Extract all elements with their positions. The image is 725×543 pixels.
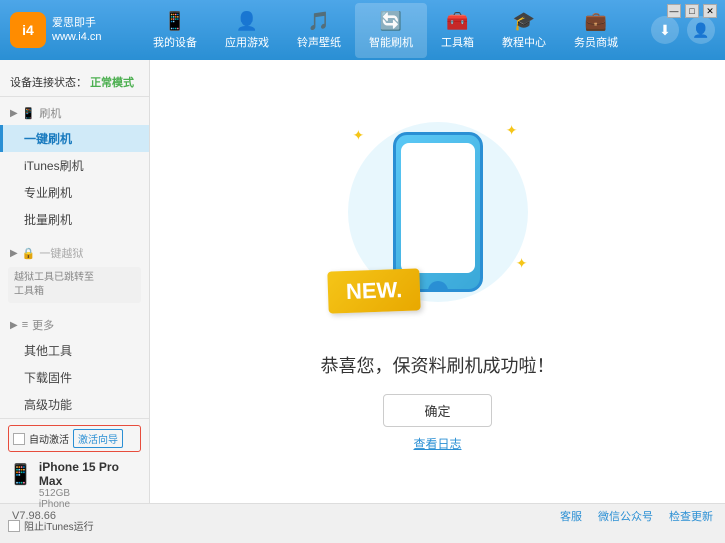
sidebar-group-more[interactable]: ▶ ≡ 更多 <box>0 313 149 337</box>
device-details: iPhone 15 Pro Max 512GB iPhone <box>39 460 141 510</box>
arrow-icon: ▶ <box>10 108 18 119</box>
user-button[interactable]: 👤 <box>687 16 715 44</box>
nav-icon-apps-games: 👤 <box>236 11 258 32</box>
close-button[interactable]: ✕ <box>703 4 717 18</box>
nav-icon-tutorial: 🎓 <box>513 11 535 32</box>
guide-button[interactable]: 激活向导 <box>73 429 123 448</box>
sidebar-item-other-tools[interactable]: 其他工具 <box>0 337 149 364</box>
footer-version: V7.98.66 <box>12 510 540 522</box>
nav-item-my-device[interactable]: 📱我的设备 <box>139 3 211 58</box>
nav-item-toolbox[interactable]: 🧰工具箱 <box>427 3 488 58</box>
nav-item-tutorial[interactable]: 🎓教程中心 <box>488 3 560 58</box>
sidebar-item-batch-flash[interactable]: 批量刷机 <box>0 206 149 233</box>
auto-activate-label: 自动激活 <box>29 431 69 446</box>
header: i4 爱思即手 www.i4.cn 📱我的设备👤应用游戏🎵铃声壁纸🔄智能刷机🧰工… <box>0 0 725 60</box>
sidebar-item-one-key-flash[interactable]: 一键刷机 <box>0 125 149 152</box>
nav-item-business[interactable]: 💼务员商城 <box>560 3 632 58</box>
footer-link-wechat[interactable]: 微信公众号 <box>598 508 653 524</box>
sidebar: 设备连接状态： 正常模式 ▶ 📱 刷机 一键刷机 iTunes刷机 专业刷机 批… <box>0 60 150 503</box>
sidebar-item-advanced[interactable]: 高级功能 <box>0 391 149 418</box>
device-storage: 512GB <box>39 488 141 499</box>
sidebar-bottom: 自动激活 激活向导 📱 iPhone 15 Pro Max 512GB iPho… <box>0 418 149 543</box>
nav-item-apps-games[interactable]: 👤应用游戏 <box>211 3 283 58</box>
flash-group-label: 刷机 <box>39 105 61 121</box>
device-info: 📱 iPhone 15 Pro Max 512GB iPhone <box>8 456 141 514</box>
device-type: iPhone <box>39 499 141 510</box>
sidebar-item-pro-flash[interactable]: 专业刷机 <box>0 179 149 206</box>
window-controls: — □ ✕ <box>667 4 717 18</box>
arrow-icon-2: ▶ <box>10 248 18 259</box>
device-name: iPhone 15 Pro Max <box>39 460 141 488</box>
minimize-button[interactable]: — <box>667 4 681 18</box>
arrow-icon-3: ▶ <box>10 320 18 331</box>
sparkle-icon-2: ✦ <box>506 122 518 139</box>
footer-link-feedback[interactable]: 客服 <box>560 508 582 524</box>
sidebar-item-itunes-flash[interactable]: iTunes刷机 <box>0 152 149 179</box>
nav-icon-my-device: 📱 <box>164 11 186 32</box>
sidebar-item-download-firmware[interactable]: 下载固件 <box>0 364 149 391</box>
nav-icon-ringtones: 🎵 <box>308 11 330 32</box>
confirm-button[interactable]: 确定 <box>383 394 491 427</box>
logo-icon: i4 <box>10 12 46 48</box>
success-message: 恭喜您，保资料刷机成功啦！ <box>321 352 555 378</box>
new-badge: NEW. <box>327 268 421 313</box>
nav-icon-business: 💼 <box>585 11 607 32</box>
jailbreak-label: 一键越狱 <box>39 245 83 261</box>
main-layout: 设备连接状态： 正常模式 ▶ 📱 刷机 一键刷机 iTunes刷机 专业刷机 批… <box>0 60 725 503</box>
more-label: 更多 <box>32 317 54 333</box>
restore-button[interactable]: □ <box>685 4 699 18</box>
footer-links: 客服微信公众号检查更新 <box>560 508 713 524</box>
status-bar: 设备连接状态： 正常模式 <box>0 68 149 97</box>
device-phone-icon: 📱 <box>8 462 33 487</box>
flash-icon: 📱 <box>22 107 36 120</box>
lock-icon: 🔒 <box>22 247 36 260</box>
view-log-link[interactable]: 查看日志 <box>413 435 461 452</box>
logo-text: 爱思即手 www.i4.cn <box>52 16 102 45</box>
nav-item-smart-flash[interactable]: 🔄智能刷机 <box>355 3 427 58</box>
sparkle-icon-1: ✦ <box>353 127 365 144</box>
phone-home-button <box>428 281 448 292</box>
sidebar-group-flash[interactable]: ▶ 📱 刷机 <box>0 101 149 125</box>
phone-body <box>393 132 483 292</box>
sparkle-icon-3: ✦ <box>516 255 528 272</box>
nav-icon-toolbox: 🧰 <box>446 11 468 32</box>
nav-icon-smart-flash: 🔄 <box>380 11 402 32</box>
header-right: ⬇ 👤 <box>651 16 715 44</box>
footer-link-check-update[interactable]: 检查更新 <box>669 508 713 524</box>
phone-illustration: ✦ ✦ ✦ NEW. <box>338 112 538 332</box>
auto-activate-checkbox[interactable] <box>13 433 25 445</box>
sidebar-group-jailbreak[interactable]: ▶ 🔒 一键越狱 <box>0 241 149 265</box>
status-value: 正常模式 <box>90 77 134 89</box>
logo-area: i4 爱思即手 www.i4.cn <box>10 12 120 48</box>
more-icon: ≡ <box>22 319 28 331</box>
nav-item-ringtones[interactable]: 🎵铃声壁纸 <box>283 3 355 58</box>
jailbreak-disabled-msg: 越狱工具已跳转至工具箱 <box>8 267 141 303</box>
download-button[interactable]: ⬇ <box>651 16 679 44</box>
auto-activate-row: 自动激活 激活向导 <box>8 425 141 452</box>
content-area: ✦ ✦ ✦ NEW. 恭喜您，保资料刷机成功啦！ 确定 查看日志 <box>150 60 725 503</box>
nav-items: 📱我的设备👤应用游戏🎵铃声壁纸🔄智能刷机🧰工具箱🎓教程中心💼务员商城 <box>120 3 651 58</box>
phone-screen <box>401 143 475 273</box>
